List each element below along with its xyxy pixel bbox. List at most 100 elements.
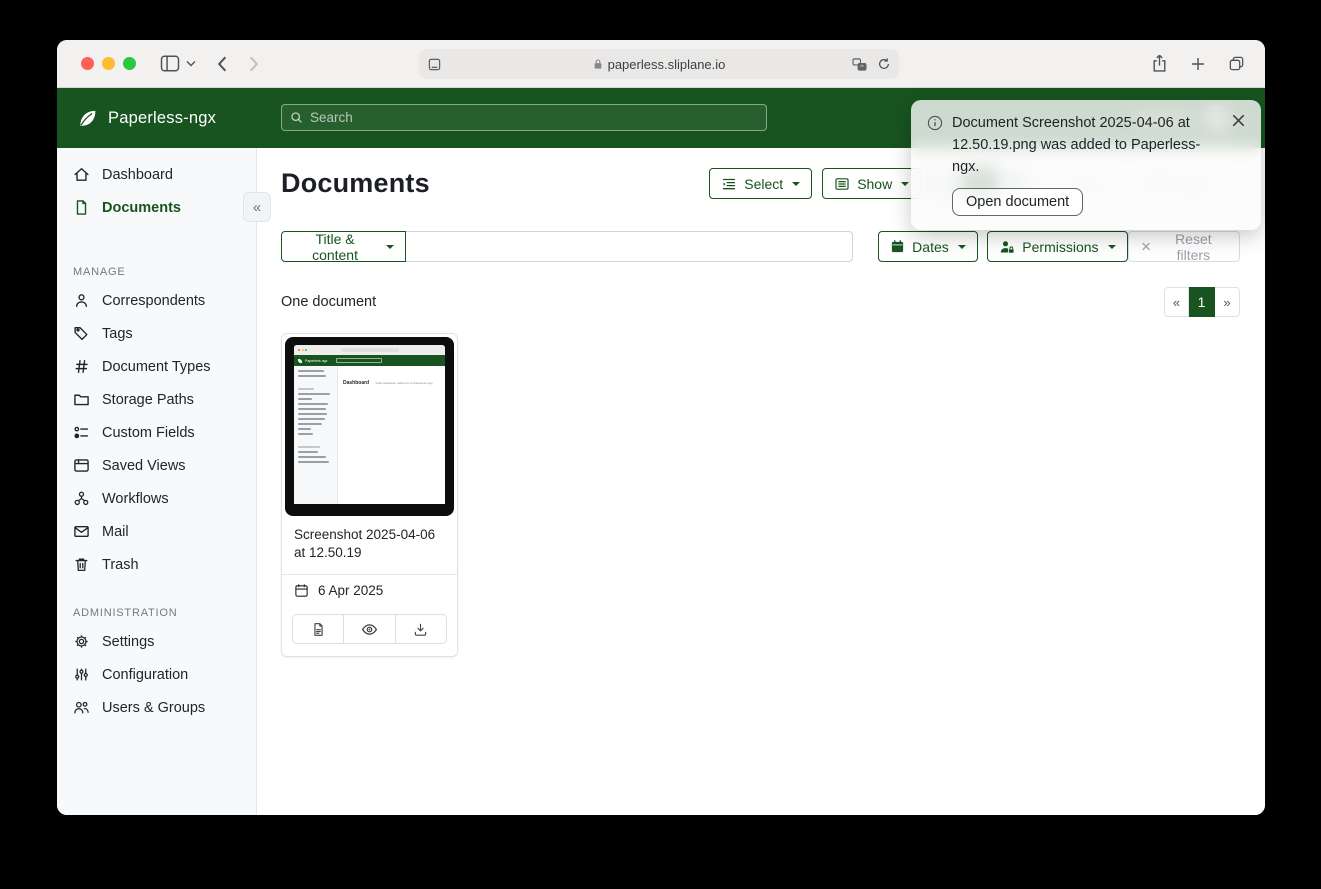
search-input[interactable]: [310, 110, 758, 125]
back-button[interactable]: [216, 55, 228, 73]
tab-overview-icon[interactable]: [1228, 54, 1245, 73]
share-icon[interactable]: [1151, 54, 1168, 73]
trash-icon: [73, 556, 90, 573]
sidebar-item-workflows[interactable]: Workflows: [57, 482, 256, 515]
envelope-icon: [73, 523, 90, 540]
select-button[interactable]: Select: [709, 168, 812, 199]
toast-message-line2: 12.50.19.png was added to Paperless-ngx.: [952, 137, 1200, 175]
leaf-logo-icon: [77, 108, 98, 129]
forward-button[interactable]: [248, 55, 260, 73]
reset-filters-button[interactable]: Reset filters: [1128, 231, 1240, 262]
reload-icon[interactable]: [877, 57, 891, 71]
sidebar-item-mail[interactable]: Mail: [57, 515, 256, 548]
app-brand-label: Paperless-ngx: [108, 109, 216, 128]
caret-down-icon: [792, 182, 800, 186]
document-thumbnail[interactable]: Paperless-ngx: [282, 334, 457, 516]
caret-down-icon: [1108, 245, 1116, 249]
sidebar-item-label: Custom Fields: [102, 425, 195, 441]
sliders-icon: [73, 666, 90, 683]
chevron-down-icon[interactable]: [186, 60, 196, 67]
edit-document-button[interactable]: [293, 615, 343, 643]
close-window-button[interactable]: [81, 57, 94, 70]
search-icon: [290, 111, 303, 124]
sidebar-item-label: Trash: [102, 557, 139, 573]
info-icon: [927, 115, 943, 131]
new-tab-icon[interactable]: [1190, 54, 1206, 73]
file-text-icon: [311, 622, 326, 637]
sidebar-item-label: Workflows: [102, 491, 169, 507]
preview-document-button[interactable]: [343, 615, 394, 643]
sidebar-item-tags[interactable]: Tags: [57, 317, 256, 350]
sidebar-item-configuration[interactable]: Configuration: [57, 658, 256, 691]
show-button[interactable]: Show: [822, 168, 921, 199]
home-icon: [73, 166, 90, 183]
sidebar-item-document-types[interactable]: Document Types: [57, 350, 256, 383]
sidebar-item-label: Storage Paths: [102, 392, 194, 408]
folder-icon: [73, 391, 90, 408]
download-document-button[interactable]: [395, 615, 446, 643]
caret-down-icon: [386, 245, 394, 249]
select-button-label: Select: [744, 176, 783, 192]
app-brand[interactable]: Paperless-ngx: [77, 108, 216, 129]
dates-button[interactable]: Dates: [878, 231, 978, 262]
show-button-label: Show: [857, 176, 892, 192]
toast-close-button[interactable]: [1228, 110, 1249, 134]
pagination-next-button[interactable]: »: [1215, 287, 1240, 317]
select-list-icon: [721, 176, 737, 192]
zoom-window-button[interactable]: [123, 57, 136, 70]
sidebar-collapse-button[interactable]: «: [243, 192, 271, 222]
filter-bar: Title & content Dates Permissions: [281, 231, 1240, 262]
show-columns-icon: [834, 176, 850, 192]
sidebar-item-label: Settings: [102, 634, 154, 650]
sidebar-item-label: Mail: [102, 524, 129, 540]
tag-icon: [73, 325, 90, 342]
calendar-icon: [294, 583, 309, 598]
sidebar-item-label: Correspondents: [102, 293, 205, 309]
sidebar-item-documents[interactable]: Documents: [57, 191, 256, 224]
document-count: One document: [281, 294, 376, 310]
filter-input[interactable]: [406, 231, 853, 262]
sidebar-item-settings[interactable]: Settings: [57, 625, 256, 658]
sidebar-item-users-groups[interactable]: Users & Groups: [57, 691, 256, 724]
person-lock-icon: [999, 239, 1015, 255]
url-text: paperless.sliplane.io: [608, 57, 726, 72]
mini-heading: Dashboard: [343, 380, 369, 386]
pagination-prev-button[interactable]: «: [1164, 287, 1189, 317]
permissions-button[interactable]: Permissions: [987, 231, 1127, 262]
list-dots-icon: [73, 424, 90, 441]
sidebar-item-label: Saved Views: [102, 458, 186, 474]
download-icon: [413, 622, 428, 637]
filter-field-button[interactable]: Title & content: [281, 231, 406, 262]
sidebar-toggle-icon[interactable]: [160, 55, 180, 72]
calendar-icon: [890, 239, 905, 254]
document-title[interactable]: Screenshot 2025-04-06 at 12.50.19: [282, 516, 457, 574]
reset-filters-label: Reset filters: [1159, 231, 1228, 263]
sidebar-item-correspondents[interactable]: Correspondents: [57, 284, 256, 317]
sidebar-section-manage: MANAGE: [57, 266, 256, 284]
pagination-page-1[interactable]: 1: [1189, 287, 1215, 317]
minimize-window-button[interactable]: [102, 57, 115, 70]
toast-message: Document Screenshot 2025-04-06 at 12.50.…: [952, 113, 1220, 178]
page-icon[interactable]: [427, 57, 442, 72]
sidebar-item-dashboard[interactable]: Dashboard: [57, 158, 256, 191]
open-document-button[interactable]: Open document: [952, 188, 1083, 216]
page-title: Documents: [281, 168, 430, 199]
sidebar-item-custom-fields[interactable]: Custom Fields: [57, 416, 256, 449]
browser-toolbar: paperless.sliplane.io: [57, 40, 1265, 88]
mini-browser-chrome: [294, 345, 445, 355]
translate-icon[interactable]: [852, 58, 867, 71]
address-bar[interactable]: paperless.sliplane.io: [419, 49, 899, 79]
close-icon: [1230, 112, 1247, 129]
caret-down-icon: [958, 245, 966, 249]
mini-subheading: hello paperless, welcome to Paperless-ng…: [376, 381, 433, 385]
sidebar-item-trash[interactable]: Trash: [57, 548, 256, 581]
sidebar-item-saved-views[interactable]: Saved Views: [57, 449, 256, 482]
sidebar-item-label: Users & Groups: [102, 700, 205, 716]
sidebar-item-storage-paths[interactable]: Storage Paths: [57, 383, 256, 416]
document-card: Paperless-ngx: [281, 333, 458, 657]
x-icon: [1140, 240, 1152, 253]
eye-icon: [361, 621, 378, 638]
mini-sidebar: [294, 366, 338, 504]
sidebar-item-label: Tags: [102, 326, 133, 342]
mini-main: Dashboard hello paperless, welcome to Pa…: [338, 366, 445, 504]
